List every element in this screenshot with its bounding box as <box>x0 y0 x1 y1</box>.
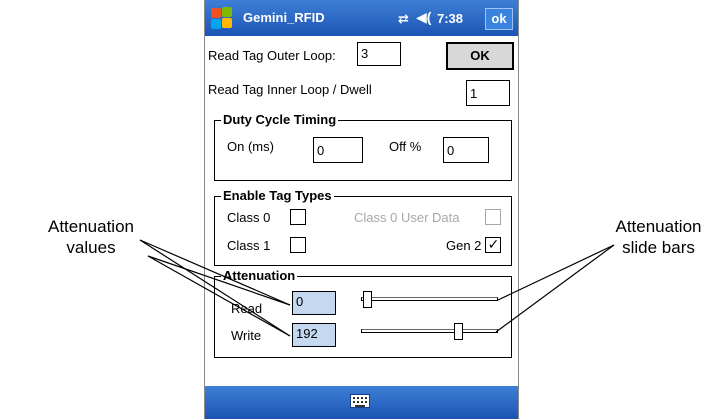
attenuation-title: Attenuation <box>221 268 298 284</box>
checkmark-icon: ✓ <box>487 236 500 252</box>
attenuation-slide-bars-callout: Attenuation slide bars <box>590 216 727 258</box>
title-bar: Gemini_RFID ⇄ ◀︎( 7:38 ok <box>205 0 518 36</box>
write-label: Write <box>231 328 262 343</box>
outer-loop-input[interactable]: 3 <box>357 42 401 66</box>
settings-form: Read Tag Outer Loop: 3 OK Read Tag Inner… <box>205 36 518 386</box>
duty-cycle-group: Duty Cycle Timing On (ms) 0 Off % 0 <box>214 112 512 181</box>
write-attenuation-field[interactable]: 192 <box>292 323 336 347</box>
callout-line: slide bars <box>622 238 695 257</box>
attenuation-group: Attenuation Read 0 Write 192 <box>214 268 512 358</box>
slider-thumb[interactable] <box>454 323 464 340</box>
callout-line: values <box>66 238 116 257</box>
outer-loop-label: Read Tag Outer Loop: <box>208 48 336 63</box>
callout-line: Attenuation <box>615 217 702 236</box>
callout-line: Attenuation <box>47 217 134 236</box>
on-ms-label: On (ms) <box>227 139 274 154</box>
windows-start-icon[interactable] <box>210 6 234 30</box>
inner-loop-input[interactable]: 1 <box>466 80 510 106</box>
inner-loop-label: Read Tag Inner Loop / Dwell <box>208 82 372 97</box>
read-attenuation-slider[interactable] <box>361 291 498 308</box>
off-percent-input[interactable]: 0 <box>443 137 489 163</box>
tag-types-title: Enable Tag Types <box>221 188 334 204</box>
read-attenuation-field[interactable]: 0 <box>292 291 336 315</box>
connectivity-icon[interactable]: ⇄ <box>398 11 409 27</box>
on-ms-input[interactable]: 0 <box>313 137 363 163</box>
menu-bar <box>205 386 518 419</box>
ok-button[interactable]: OK <box>446 42 514 70</box>
duty-cycle-title: Duty Cycle Timing <box>221 112 339 128</box>
gen2-checkbox[interactable]: ✓ <box>485 236 501 253</box>
slider-track <box>361 329 498 333</box>
volume-icon[interactable]: ◀︎( <box>416 9 431 26</box>
off-percent-label: Off % <box>389 139 422 154</box>
attenuation-values-callout: Attenuation values <box>6 216 176 258</box>
class0-user-data-checkbox[interactable] <box>485 209 501 225</box>
window-ok-button[interactable]: ok <box>485 8 513 30</box>
clock[interactable]: 7:38 <box>437 11 463 26</box>
class0-checkbox[interactable] <box>290 209 306 225</box>
slider-thumb[interactable] <box>363 291 372 308</box>
class0-user-data-label: Class 0 User Data <box>354 210 460 225</box>
write-attenuation-slider[interactable] <box>361 323 498 340</box>
class1-checkbox[interactable] <box>290 237 306 253</box>
pocketpc-screen: Gemini_RFID ⇄ ◀︎( 7:38 ok Read Tag Outer… <box>204 0 519 419</box>
tag-types-group: Enable Tag Types Class 0 Class 0 User Da… <box>214 188 512 266</box>
app-title: Gemini_RFID <box>243 10 325 25</box>
class1-label: Class 1 <box>227 238 271 253</box>
class0-label: Class 0 <box>227 210 271 225</box>
keyboard-icon[interactable] <box>350 394 370 408</box>
read-label: Read <box>231 301 263 316</box>
gen2-label: Gen 2 <box>446 238 482 253</box>
slider-track <box>361 297 498 301</box>
